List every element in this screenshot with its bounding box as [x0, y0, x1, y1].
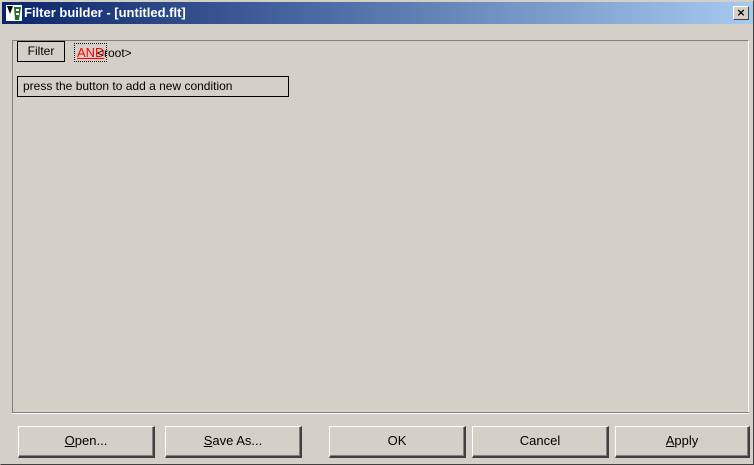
filter-builder-app-icon[interactable]	[6, 5, 22, 21]
cancel-button[interactable]: Cancel	[472, 426, 609, 458]
close-icon[interactable]: ×	[733, 6, 749, 20]
filter-root-button[interactable]: Filter	[17, 41, 65, 62]
root-label: <root>	[97, 46, 132, 60]
open-mnemonic: O	[64, 433, 75, 448]
filter-builder-window: Filter builder - [untitled.flt] × Filter…	[0, 0, 754, 465]
save-as-button[interactable]: Save As...	[165, 426, 302, 458]
title-bar[interactable]: Filter builder - [untitled.flt] ×	[2, 2, 753, 24]
save-as-label: ave As...	[212, 433, 263, 448]
ok-button[interactable]: OK	[329, 426, 466, 458]
apply-button[interactable]: Apply	[615, 426, 750, 458]
open-button[interactable]: Open...	[18, 426, 155, 458]
apply-label: pply	[674, 433, 699, 448]
add-condition-button[interactable]: press the button to add a new condition	[17, 76, 289, 97]
bottom-divider	[12, 412, 749, 414]
open-label: pen...	[74, 433, 108, 448]
window-title: Filter builder - [untitled.flt]	[24, 5, 186, 20]
